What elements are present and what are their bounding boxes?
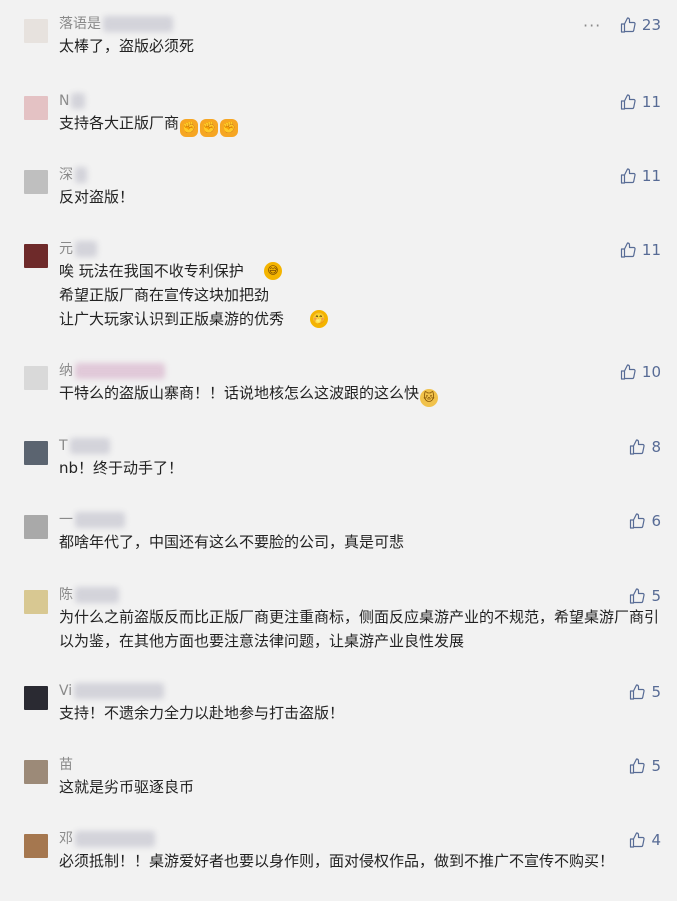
thumbs-up-icon — [620, 94, 636, 110]
avatar[interactable] — [24, 590, 48, 614]
thumbs-up-icon — [620, 168, 636, 184]
like-button[interactable]: 4 — [629, 830, 661, 850]
like-button[interactable]: 11 — [620, 92, 661, 112]
comment-text: nb！终于动手了！ — [59, 459, 184, 477]
thumbs-up-icon — [620, 364, 636, 380]
like-count: 23 — [641, 16, 661, 34]
like-button[interactable]: 5 — [629, 682, 661, 702]
comment-text: 支持！不遗余力全力以赴地参与打击盗版！ — [59, 704, 345, 722]
avatar[interactable] — [24, 366, 48, 390]
like-count: 11 — [641, 93, 661, 111]
thumbs-up-icon — [630, 513, 646, 529]
commenter-name[interactable]: 苗 — [59, 755, 73, 775]
commenter-name[interactable]: 陈 — [59, 585, 119, 605]
like-count: 5 — [651, 587, 661, 605]
avatar[interactable] — [24, 834, 48, 858]
commenter-name[interactable]: 深 — [59, 165, 87, 185]
thumbs-up-icon — [630, 588, 646, 604]
like-button[interactable]: 6 — [629, 511, 661, 531]
commenter-name[interactable]: 落语是 — [59, 14, 173, 34]
fist-icon: ✊ — [220, 119, 239, 137]
comment-text: 为什么之前盗版反而比正版厂商更注重商标，侧面反应桌游产业的不规范，希望桌游厂商引… — [59, 608, 660, 650]
comment-text: 必须抵制！！桌游爱好者也要以身作则，面对侵权作品，做到不推广不宣传不购买！ — [59, 852, 615, 870]
comment-text: 支持各大正版厂商 ✊ ✊ ✊ — [59, 111, 659, 137]
comment-text: 唉 玩法在我国不收专利保护 希望正版厂商在宣传这块加把劲 让广大玩家认识到正版桌… — [59, 262, 285, 328]
like-count: 5 — [651, 683, 661, 701]
sweat-smile-icon: 😅 — [264, 262, 282, 280]
thumbs-up-icon — [630, 439, 646, 455]
like-button[interactable]: 5 — [629, 586, 661, 606]
comment-text: 干特么的盗版山寨商！！话说地核怎么这波跟的这么快 🐱 — [59, 381, 659, 407]
commenter-name[interactable]: 邓 — [59, 829, 155, 849]
avatar[interactable] — [24, 515, 48, 539]
commenter-name[interactable]: N — [59, 91, 86, 111]
like-button[interactable]: 8 — [629, 437, 661, 457]
like-button[interactable]: 11 — [620, 240, 661, 260]
avatar[interactable] — [24, 96, 48, 120]
like-button[interactable]: 5 — [629, 756, 661, 776]
like-button[interactable]: 10 — [620, 362, 661, 382]
comment-text: 反对盗版！ — [59, 188, 135, 206]
fist-icon: ✊ — [180, 119, 199, 137]
avatar[interactable] — [24, 170, 48, 194]
commenter-name[interactable]: 一 — [59, 510, 125, 530]
avatar[interactable] — [24, 441, 48, 465]
commenter-name[interactable]: 纳 — [59, 361, 165, 381]
comment-text: 都啥年代了，中国还有这么不要脸的公司，真是可悲 — [59, 533, 405, 551]
comment-text: 太棒了，盗版必须死 — [59, 37, 195, 55]
comment-text: 这就是劣币驱逐良币 — [59, 778, 195, 796]
comment-list: 落语是 ··· 23 太棒了，盗版必须死 N 11 支持各大正版厂商 ✊ ✊ ✊ 深 … — [0, 0, 677, 901]
thumbs-up-icon — [620, 242, 636, 258]
like-button[interactable]: 11 — [620, 166, 661, 186]
cat-icon: 🐱 — [420, 389, 439, 407]
like-count: 10 — [641, 363, 661, 381]
avatar[interactable] — [24, 19, 48, 43]
avatar[interactable] — [24, 760, 48, 784]
like-count: 11 — [641, 241, 661, 259]
like-count: 4 — [651, 831, 661, 849]
like-button[interactable]: 23 — [620, 15, 661, 35]
avatar[interactable] — [24, 244, 48, 268]
thumbs-up-icon — [630, 832, 646, 848]
more-options-icon[interactable]: ··· — [583, 16, 601, 35]
like-count: 11 — [641, 167, 661, 185]
commenter-name[interactable]: Vi — [59, 681, 165, 701]
like-count: 8 — [651, 438, 661, 456]
commenter-name[interactable]: 元 — [59, 239, 97, 259]
fist-icon: ✊ — [200, 119, 219, 137]
thumbs-up-icon — [630, 758, 646, 774]
like-count: 6 — [651, 512, 661, 530]
thumbs-up-icon — [620, 17, 636, 33]
thumbs-up-icon — [630, 684, 646, 700]
commenter-name[interactable]: T — [59, 436, 110, 456]
like-count: 5 — [651, 757, 661, 775]
avatar[interactable] — [24, 686, 48, 710]
shush-face-icon: 🤭 — [310, 310, 328, 328]
